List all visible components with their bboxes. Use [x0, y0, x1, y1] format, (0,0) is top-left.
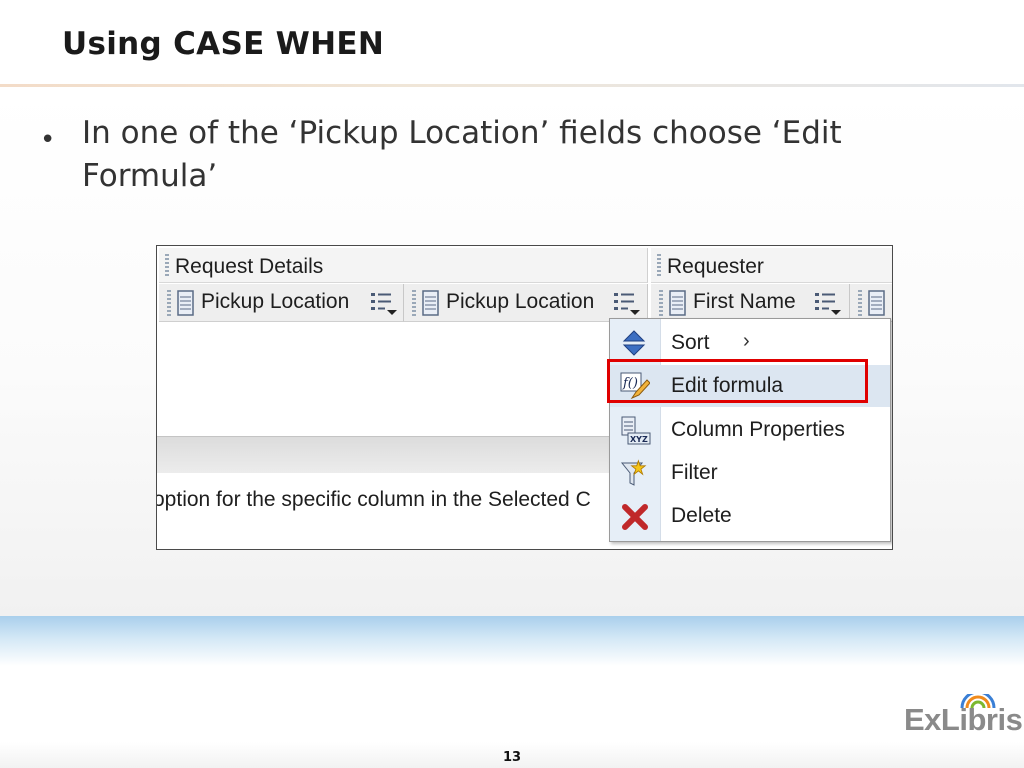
column-menu-icon[interactable]: [612, 290, 642, 316]
footer-band: [0, 616, 1024, 666]
title-divider: [0, 84, 1024, 87]
group-header-request-details: Request Details: [159, 248, 648, 283]
bullet-marker: •: [40, 125, 56, 155]
drag-grip[interactable]: [165, 254, 169, 278]
panel-separator: [157, 436, 609, 473]
sort-icon: [622, 330, 646, 356]
group-header-label: Request Details: [175, 255, 324, 278]
column-icon: [177, 290, 194, 316]
group-header-label: Requester: [667, 255, 764, 278]
menu-item-column-properties[interactable]: XYZ Column Properties: [610, 409, 890, 451]
column-icon: [422, 290, 439, 316]
menu-item-label: Filter: [671, 461, 718, 484]
column-icon: [669, 290, 686, 316]
exlibris-logo: ExLibris: [904, 694, 1023, 740]
menu-item-sort[interactable]: Sort ›: [610, 322, 890, 364]
menu-item-label: Delete: [671, 504, 732, 527]
hint-text: option for the specific column in the Se…: [156, 488, 591, 511]
column-header-pickup-location-1[interactable]: Pickup Location: [159, 284, 404, 322]
submenu-arrow-icon: ›: [743, 330, 750, 352]
drag-grip[interactable]: [659, 290, 663, 316]
grid-body: [157, 322, 609, 432]
column-header-label: Pickup Location: [201, 290, 350, 313]
delete-icon: [622, 504, 648, 530]
drag-grip[interactable]: [657, 254, 661, 278]
drag-grip[interactable]: [412, 290, 416, 316]
bullet-text: In one of the ‘Pickup Location’ fields c…: [82, 115, 842, 194]
column-context-menu: Sort › f() Edit formula XYZ Column Prope…: [609, 318, 891, 542]
logo-text: ExLibris: [904, 702, 1023, 737]
menu-item-label: Sort: [671, 331, 710, 354]
annotation-highlight-box: [607, 359, 868, 403]
filter-icon: [620, 459, 647, 486]
column-header-label: Pickup Location: [446, 290, 595, 313]
menu-item-filter[interactable]: Filter: [610, 452, 890, 494]
column-header-pickup-location-2[interactable]: Pickup Location: [404, 284, 648, 322]
column-icon: [868, 290, 885, 316]
group-header-requester: Requester: [651, 248, 892, 283]
menu-item-delete[interactable]: Delete: [610, 495, 890, 537]
page-number: 13: [502, 750, 522, 765]
drag-grip[interactable]: [858, 290, 862, 316]
slide-title: Using CASE WHEN: [62, 26, 385, 62]
embedded-screenshot: Request Details Requester Pickup Locatio…: [156, 245, 893, 550]
column-menu-icon[interactable]: [369, 290, 399, 316]
menu-item-label: Column Properties: [671, 418, 845, 441]
column-properties-icon: XYZ: [621, 416, 651, 445]
column-header-first-name[interactable]: First Name: [651, 284, 850, 322]
drag-grip[interactable]: [167, 290, 171, 316]
column-header-label: First Name: [693, 290, 796, 313]
svg-text:XYZ: XYZ: [630, 435, 648, 444]
column-menu-icon[interactable]: [813, 290, 843, 316]
column-header-partial[interactable]: [850, 284, 892, 322]
